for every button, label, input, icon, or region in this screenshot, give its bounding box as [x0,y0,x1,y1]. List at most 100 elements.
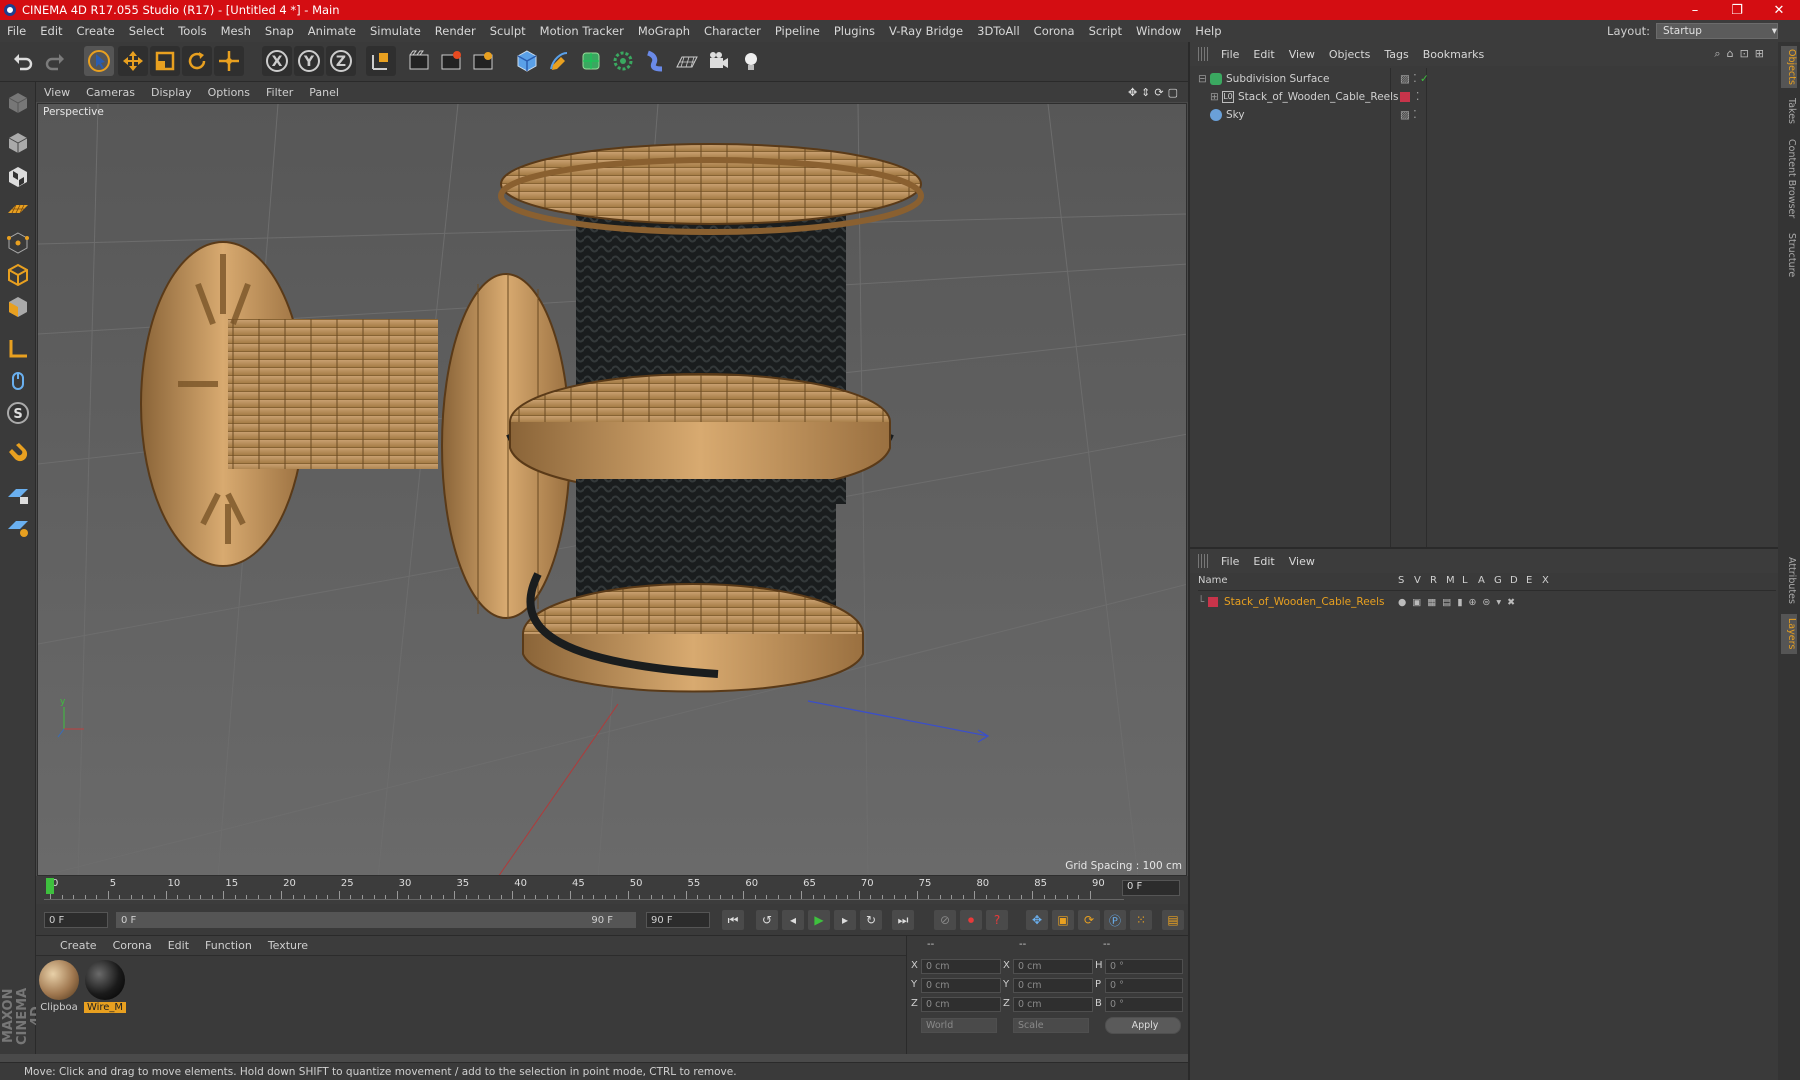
close-button[interactable]: ✕ [1758,3,1800,18]
lock-workplane-icon[interactable] [3,480,33,510]
undo-icon[interactable] [8,46,38,76]
menu-motion-tracker[interactable]: Motion Tracker [533,24,631,38]
previous-key-icon[interactable]: ↺ [756,910,778,930]
menu-edit[interactable]: Edit [33,24,69,38]
menu-sculpt[interactable]: Sculpt [483,24,533,38]
object-row[interactable]: ⊞ L0 Stack_of_Wooden_Cable_Reels ⁚ [1198,88,1776,106]
rotation-b-field[interactable]: 0 ° [1105,997,1183,1012]
tab-attributes[interactable]: Attributes [1781,550,1797,610]
pla-key-icon[interactable]: ⁙ [1130,910,1152,930]
solo-mode-icon[interactable]: S [3,398,33,428]
material-menu-texture[interactable]: Texture [260,939,316,952]
tab-content-browser[interactable]: Content Browser [1781,134,1797,224]
redo-icon[interactable] [40,46,70,76]
layer-color-icon[interactable] [1400,92,1410,102]
menu-3dtoall[interactable]: 3DToAll [970,24,1027,38]
menu-tools[interactable]: Tools [171,24,213,38]
layer-toggle-icons[interactable]: ●▣▦▤▮⊕⊜▾✖ [1398,597,1521,608]
menu-snap[interactable]: Snap [258,24,301,38]
layer-row[interactable]: └ Stack_of_Wooden_Cable_Reels ●▣▦▤▮⊕⊜▾✖ [1198,593,1776,611]
start-frame-field[interactable]: 0 F [44,912,108,928]
viewport-menu-options[interactable]: Options [200,86,258,99]
menu-corona[interactable]: Corona [1027,24,1082,38]
array-icon[interactable] [608,46,638,76]
menu-mograph[interactable]: MoGraph [631,24,697,38]
visibility-dots-icon[interactable]: ▨ ⁚ [1400,73,1417,85]
size-x-field[interactable]: 0 cm [1013,959,1093,974]
coordinate-mode-dropdown[interactable]: World [921,1018,997,1033]
tab-layers[interactable]: Layers [1781,614,1797,654]
tab-objects[interactable]: Objects [1781,46,1797,88]
polygons-mode-icon[interactable] [3,292,33,322]
layout-dropdown[interactable]: Startup ▾ [1656,23,1778,39]
workplane-icon[interactable] [3,194,33,224]
material-swatch[interactable]: Wire_M [84,960,126,1013]
menu-help[interactable]: Help [1188,24,1228,38]
autokeying-icon[interactable]: ⏺ [960,910,982,930]
frame-range-slider[interactable]: 0 F 90 F [116,912,636,928]
deformer-icon[interactable] [640,46,670,76]
render-view-icon[interactable] [404,46,434,76]
scale-icon[interactable] [150,46,180,76]
material-menu-corona[interactable]: Corona [105,939,160,952]
om-menu-file[interactable]: File [1214,48,1246,61]
om-menu-edit[interactable]: Edit [1246,48,1281,61]
tab-takes[interactable]: Takes [1781,94,1797,128]
go-to-end-icon[interactable]: ⏭ [892,910,914,930]
rotation-h-field[interactable]: 0 ° [1105,959,1183,974]
maximize-button[interactable]: ❐ [1716,3,1758,18]
menu-file[interactable]: File [0,24,33,38]
menu-pipeline[interactable]: Pipeline [768,24,827,38]
column-l[interactable]: L [1462,575,1468,586]
camera-icon[interactable] [704,46,734,76]
pen-icon[interactable] [544,46,574,76]
expand-icon[interactable]: ⊟ [1198,73,1210,85]
column-r[interactable]: R [1430,575,1437,586]
om-menu-view[interactable]: View [1282,48,1322,61]
size-z-field[interactable]: 0 cm [1013,997,1093,1012]
z-axis-icon[interactable]: Z [326,46,356,76]
next-frame-icon[interactable]: ▸ [834,910,856,930]
parameter-key-icon[interactable]: Ⓟ [1104,910,1126,930]
lm-menu-file[interactable]: File [1214,555,1246,568]
timeline-window-icon[interactable]: ▤ [1162,910,1184,930]
menu-render[interactable]: Render [428,24,483,38]
om-menu-tags[interactable]: Tags [1377,48,1415,61]
enabled-check-icon[interactable]: ✓ [1420,73,1429,85]
layer-color-icon[interactable] [1208,597,1218,607]
menu-simulate[interactable]: Simulate [363,24,428,38]
playhead[interactable] [46,878,54,894]
planar-workplane-icon[interactable] [3,512,33,542]
column-m[interactable]: M [1446,575,1455,586]
floor-icon[interactable] [672,46,702,76]
viewport-menu-display[interactable]: Display [143,86,200,99]
zoom-icon[interactable]: ⇕ [1141,86,1150,99]
timeline-ruler[interactable]: 0 5 10 15 20 25 30 35 40 45 50 55 60 65 70 75 80 85 90 0 F [36,876,1188,904]
menu-plugins[interactable]: Plugins [827,24,882,38]
previous-frame-icon[interactable]: ◂ [782,910,804,930]
menu-window[interactable]: Window [1129,24,1188,38]
object-row[interactable]: Sky ▨ ⁚ [1198,106,1776,124]
edit-render-settings-icon[interactable] [468,46,498,76]
subdivision-icon[interactable] [576,46,606,76]
menu-create[interactable]: Create [70,24,122,38]
render-picture-viewer-icon[interactable] [436,46,466,76]
expand-icon[interactable]: ⊞ [1210,91,1222,103]
rotation-p-field[interactable]: 0 ° [1105,978,1183,993]
position-y-field[interactable]: 0 cm [921,978,1001,993]
points-mode-icon[interactable] [3,228,33,258]
column-e[interactable]: E [1526,575,1532,586]
current-frame-field[interactable]: 0 F [1122,880,1180,896]
visibility-dots-icon[interactable]: ▨ ⁚ [1400,109,1417,121]
panel-grip-icon[interactable] [1198,554,1208,568]
play-icon[interactable]: ▶ [808,910,830,930]
pan-icon[interactable]: ✥ [1128,86,1137,99]
maximize-view-icon[interactable]: ▢ [1168,86,1178,99]
om-search-home-icons[interactable]: ⌕⌂⊡⊞ [1714,47,1778,61]
viewport-menu-filter[interactable]: Filter [258,86,301,99]
cube-icon[interactable] [512,46,542,76]
model-mode-icon[interactable] [3,128,33,158]
viewport-menu-cameras[interactable]: Cameras [78,86,143,99]
texture-mode-icon[interactable] [3,162,33,192]
rotate-icon[interactable] [182,46,212,76]
